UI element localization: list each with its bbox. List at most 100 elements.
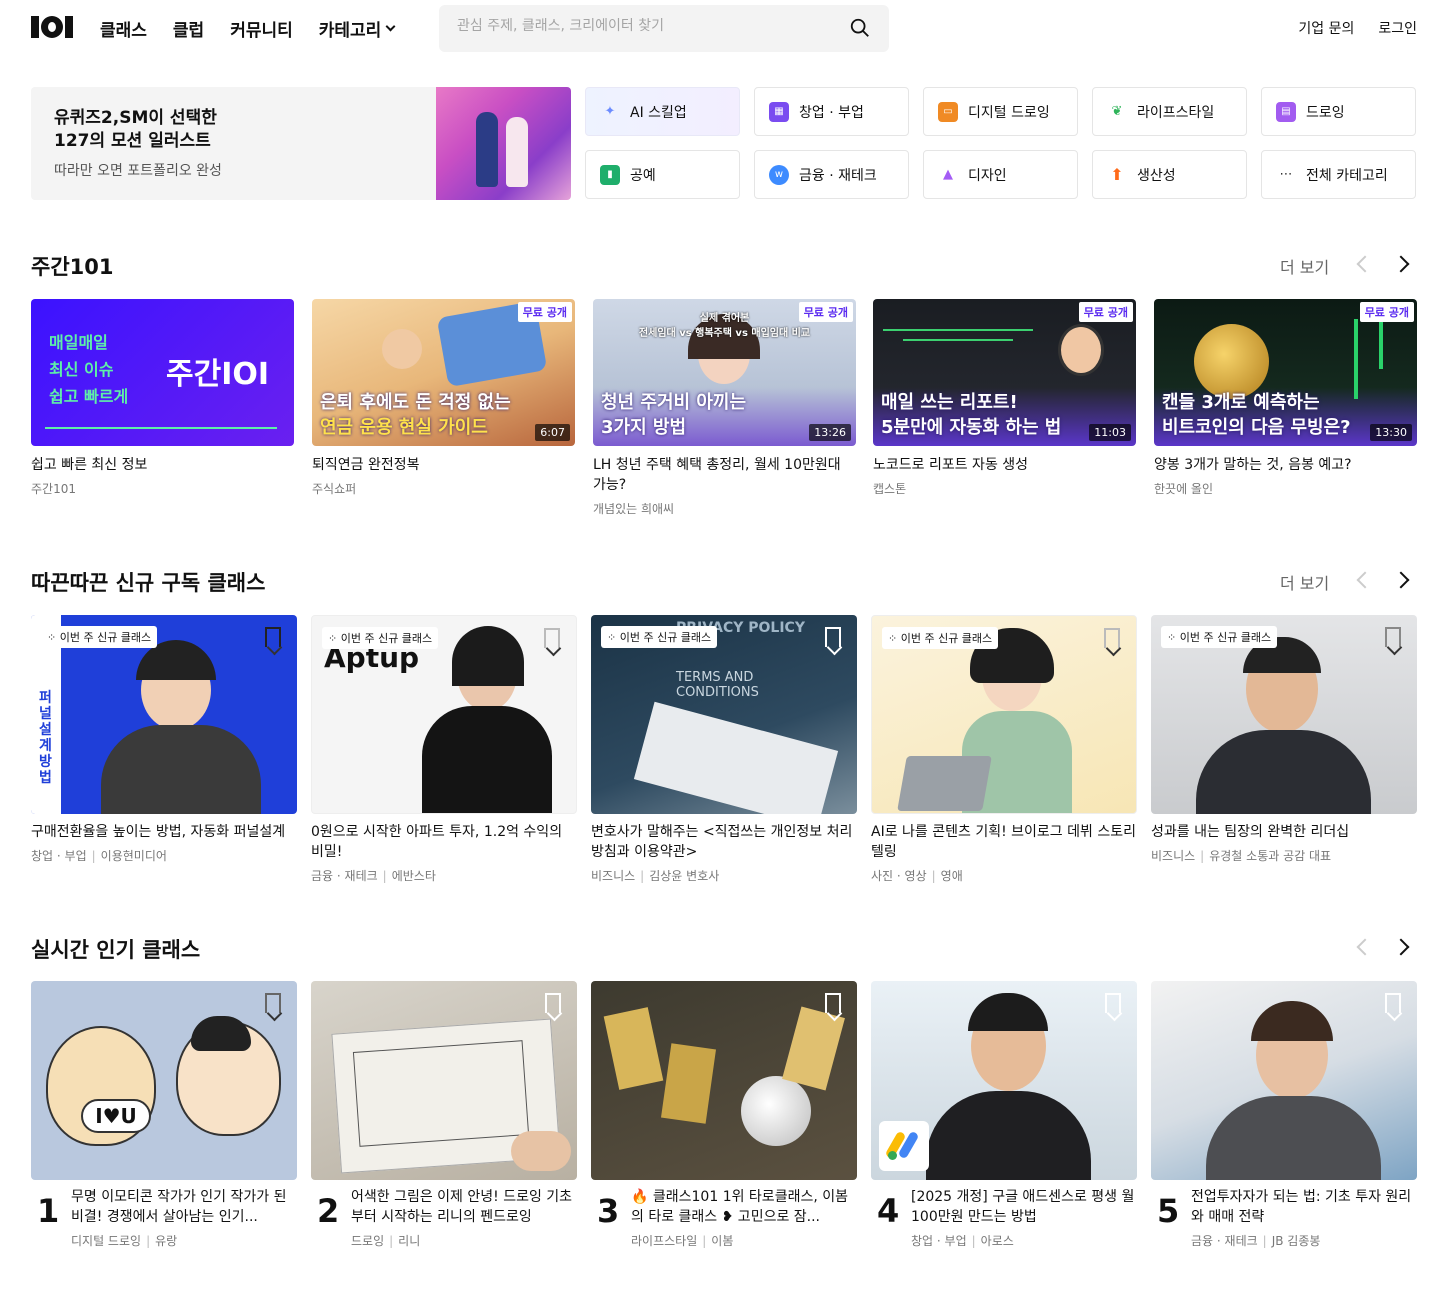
weekly-card[interactable]: 무료 공개 매일 쓰는 리포트! 5분만에 자동화 하는 법 11:03 노코드로… [873,299,1136,497]
video-duration: 11:03 [1089,424,1131,441]
bookmark-icon[interactable] [545,993,561,1013]
section-title-weekly: 주간101 [31,255,114,279]
popular-card[interactable]: 5 전업투자자가 되는 법: 기초 투자 원리와 매매 전략 금융 · 재테크 |… [1151,981,1417,1248]
new-prev-arrow-icon[interactable] [1356,571,1374,589]
nav-category[interactable]: 카테고리 [319,16,396,41]
nav-club[interactable]: 클럽 [173,16,204,41]
class-thumbnail [591,981,857,1180]
popular-card[interactable]: 3 🔥 클래스101 1위 타로클래스, 이봄의 타로 클래스 ❥ 고민으로 잠… [591,981,857,1248]
weekly-card[interactable]: 매일매일 최신 이슈 쉽고 빠르게 주간IOI 쉽고 빠른 최신 정보 주간101 [31,299,294,497]
search-bar[interactable] [439,5,889,52]
class-card[interactable]: Aptup ⁘ 이번 주 신규 클래스 0원으로 시작한 아파트 투자, 1.2… [311,615,577,884]
class-meta: 금융 · 재테크 | 에반스타 [311,869,436,883]
card-title: 양봉 3개가 말하는 것, 음봉 예고? [1154,457,1352,473]
search-icon[interactable] [849,17,871,39]
weekly-thumbnail: 실제 겪어본 전세임대 vs 행복주택 vs 매입임대 비교 무료 공개 청년 주… [593,299,856,446]
bookmark-icon[interactable] [1385,627,1401,647]
category-finance[interactable]: w 금융 · 재테크 [754,150,909,199]
thumbnail-caption: 청년 주거비 아끼는 3가지 방법 [601,392,747,438]
weekly-prev-arrow-icon[interactable] [1356,255,1374,273]
weekly-art-logo: 주간IOI [166,357,270,392]
more-icon: ⋯ [1279,167,1293,182]
category-drawing[interactable]: ▤ 드로잉 [1261,87,1416,136]
bookmark-icon[interactable] [544,628,560,648]
header-right: 기업 문의 로그인 [1298,18,1417,38]
class-card[interactable]: PRIVACY POLICY TERMS AND CONDITIONS ⁘ 이번… [591,615,857,884]
category-all[interactable]: ⋯ 전체 카테고리 [1261,150,1416,199]
popular-card[interactable]: 2 어색한 그림은 이제 안녕! 드로잉 기초부터 시작하는 리니의 펜드로잉 … [311,981,577,1248]
category-ai-skillup[interactable]: ✦ AI 스킬업 [585,87,740,136]
weekly-next-arrow-icon[interactable] [1392,255,1410,273]
category-lifestyle[interactable]: ❦ 라이프스타일 [1092,87,1247,136]
class-meta: 라이프스타일 | 이봄 [631,1234,734,1248]
bookmark-icon[interactable] [1105,993,1121,1013]
popular-card[interactable]: 4 [2025 개정] 구글 애드센스로 평생 월 100만원 만드는 방법 창… [871,981,1137,1248]
class-thumbnail: PRIVACY POLICY TERMS AND CONDITIONS ⁘ 이번… [591,615,857,814]
new-class-tag: ⁘ 이번 주 신규 클래스 [41,626,158,648]
craft-icon: ▮ [600,164,620,185]
class-thumbnail: ⁘ 이번 주 신규 클래스 [871,615,1137,814]
category-startup[interactable]: ▦ 창업 · 부업 [754,87,909,136]
shapes-icon: ▲ [943,167,953,182]
class101-logo[interactable] [31,16,73,38]
video-duration: 13:30 [1370,424,1412,441]
category-label: 공예 [630,167,656,184]
bookmark-icon[interactable] [265,993,281,1013]
video-duration: 13:26 [809,424,851,441]
category-grid: ✦ AI 스킬업 ▦ 창업 · 부업 ▭ 디지털 드로잉 ❦ 라이프스타일 ▤ 드로잉 ▮… [585,87,1416,199]
sprout-icon: ❦ [1111,104,1123,119]
class-card[interactable]: 퍼널설계 방법 ⁘ 이번 주 신규 클래스 구매전환율을 높이는 방법, 자동화… [31,615,297,864]
login-link[interactable]: 로그인 [1378,18,1417,38]
new-next-arrow-icon[interactable] [1392,571,1410,589]
weekly-thumbnail: 무료 공개 매일 쓰는 리포트! 5분만에 자동화 하는 법 11:03 [873,299,1136,446]
nav-class[interactable]: 클래스 [100,16,147,41]
class-title: 구매전환율을 높이는 방법, 자동화 퍼널설계 [31,824,286,840]
new-class-tag: ⁘ 이번 주 신규 클래스 [1161,626,1278,648]
new-classes-more-link[interactable]: 더 보기 [1280,570,1329,594]
weekly-more-link[interactable]: 더 보기 [1280,254,1329,278]
bookmark-icon[interactable] [1385,993,1401,1013]
popular-next-arrow-icon[interactable] [1392,938,1410,956]
card-title: 노코드로 리포트 자동 생성 [873,457,1029,473]
category-craft[interactable]: ▮ 공예 [585,150,740,199]
category-design[interactable]: ▲ 디자인 [923,150,1078,199]
nav-community[interactable]: 커뮤니티 [230,16,293,41]
class-title: AI로 나를 콘텐츠 기획! 브이로그 데뷔 스토리텔링 [871,824,1136,860]
category-digital-drawing[interactable]: ▭ 디지털 드로잉 [923,87,1078,136]
class-thumbnail [311,981,577,1180]
class-card[interactable]: ⁘ 이번 주 신규 클래스 성과를 내는 팀장의 완벽한 리더십 비즈니스 | 유경… [1151,615,1417,864]
class-meta: 사진 · 영상 | 영애 [871,869,963,883]
section-title-new-classes: 따끈따끈 신규 구독 클래스 [31,571,266,595]
rank-number: 5 [1157,1192,1180,1230]
weekly-card[interactable]: 무료 공개 은퇴 후에도 돈 걱정 없는 연금 운용 현실 가이드 6:07 퇴직… [312,299,575,497]
category-label: 드로잉 [1306,104,1345,121]
category-label: 생산성 [1137,167,1176,184]
class-meta: 금융 · 재테크 | JB 김종봉 [1191,1234,1321,1248]
bookmark-icon[interactable] [825,627,841,647]
weekly-thumbnail: 매일매일 최신 이슈 쉽고 빠르게 주간IOI [31,299,294,446]
business-inquiry-link[interactable]: 기업 문의 [1298,18,1354,38]
weekly-thumbnail: 무료 공개 은퇴 후에도 돈 걱정 없는 연금 운용 현실 가이드 6:07 [312,299,575,446]
bookmark-icon[interactable] [265,627,281,647]
weekly-card[interactable]: 무료 공개 캔들 3개로 예측하는 비트코인의 다음 무빙은? 13:30 양봉 … [1154,299,1417,497]
chevron-down-icon [385,21,396,32]
weekly-card[interactable]: 실제 겪어본 전세임대 vs 행복주택 vs 매입임대 비교 무료 공개 청년 주… [593,299,856,517]
bookmark-icon[interactable] [825,993,841,1013]
promo-banner[interactable]: 유퀴즈2,SM이 선택한 127의 모션 일러스트 따라만 오면 포트폴리오 완성 [31,87,571,200]
category-label: 전체 카테고리 [1306,167,1388,184]
rank-number: 3 [597,1192,620,1230]
class-card[interactable]: ⁘ 이번 주 신규 클래스 AI로 나를 콘텐츠 기획! 브이로그 데뷔 스토리… [871,615,1137,884]
thumbnail-caption: 은퇴 후에도 돈 걱정 없는 연금 운용 현실 가이드 [320,392,511,438]
category-productivity[interactable]: ⬆ 생산성 [1092,150,1247,199]
popular-prev-arrow-icon[interactable] [1356,938,1374,956]
arrow-up-icon: ⬆ [1110,165,1124,184]
category-label: 디지털 드로잉 [968,104,1050,121]
search-input[interactable] [457,18,837,34]
class-title: 🔥 클래스101 1위 타로클래스, 이봄의 타로 클래스 ❥ 고민으로 잠..… [631,1189,848,1225]
bookmark-icon[interactable] [1104,628,1120,648]
free-badge: 무료 공개 [798,302,853,322]
popular-card[interactable]: I♥U 1 무명 이모티콘 작가가 인기 작가가 된 비결! 경쟁에서 살아남는… [31,981,297,1248]
coin-icon: w [769,164,789,185]
card-creator: 주간101 [31,482,76,496]
free-badge: 무료 공개 [517,302,572,322]
